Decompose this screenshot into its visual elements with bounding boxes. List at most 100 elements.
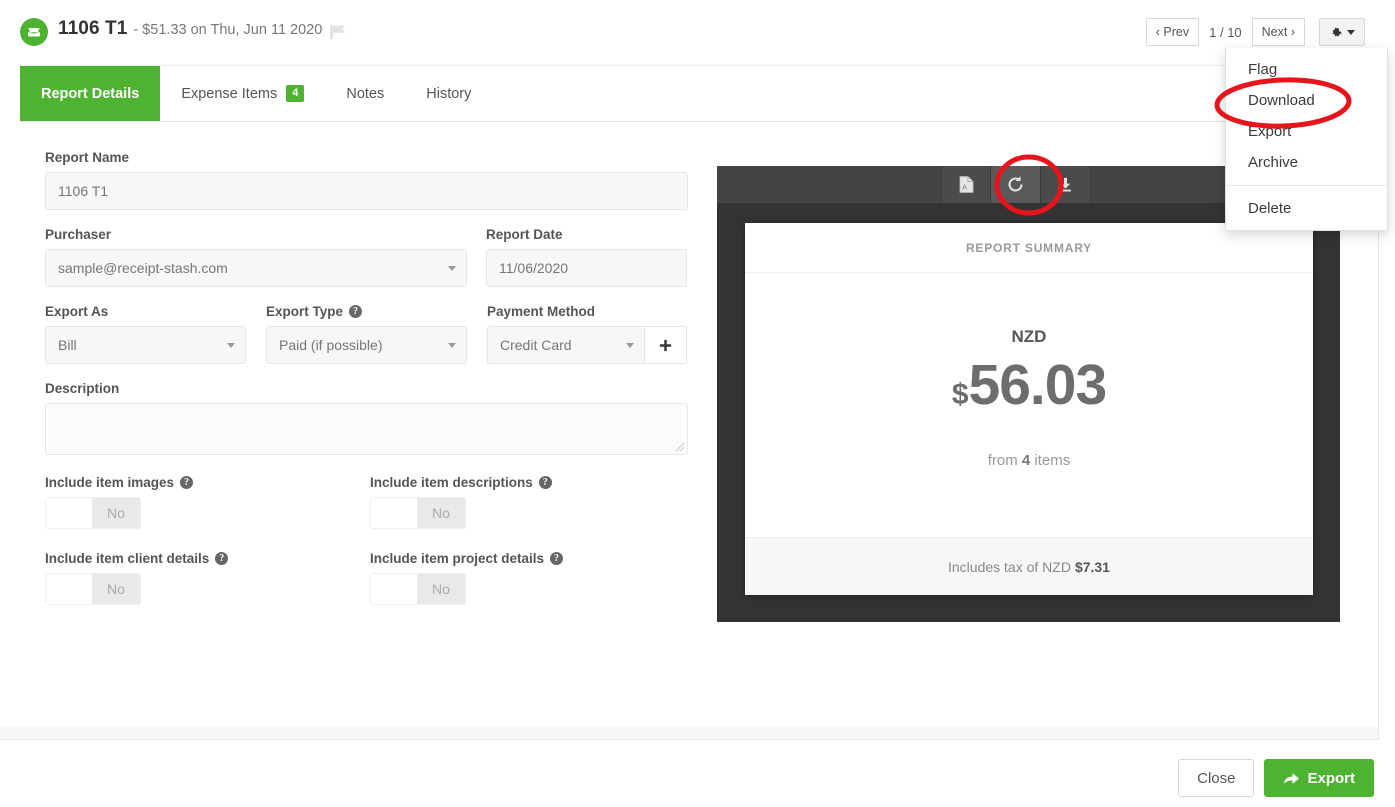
summary-items-prefix: from [987, 452, 1018, 469]
tab-bar: Report Details Expense Items 4 Notes His… [20, 66, 1379, 122]
tab-label: Report Details [41, 85, 140, 102]
tab-expense-items[interactable]: Expense Items 4 [160, 66, 325, 121]
export-button[interactable]: Export [1264, 759, 1374, 797]
tab-label: Expense Items [181, 85, 278, 102]
tab-badge-count: 4 [286, 85, 305, 102]
purchaser-select[interactable]: sample@receipt-stash.com [45, 249, 467, 287]
export-type-label-text: Export Type [266, 304, 344, 319]
help-icon[interactable]: ? [538, 476, 552, 489]
include-item-descriptions-toggle[interactable]: No [370, 497, 466, 529]
tab-history[interactable]: History [405, 66, 492, 121]
export-as-value: Bill [58, 337, 77, 353]
toggle-state: No [92, 574, 140, 604]
report-name-value: 1106 T1 [58, 183, 109, 199]
menu-item-archive[interactable]: Archive [1226, 147, 1387, 178]
field-export-type: Export Type ? Paid (if possible) [266, 304, 467, 364]
footer-buttons: Close Export [1178, 759, 1374, 797]
toggle-state: No [417, 498, 465, 528]
summary-amount-value: 56.03 [968, 353, 1108, 417]
field-payment-method: Payment Method Credit Card [487, 304, 688, 364]
summary-currency: NZD [1011, 327, 1047, 346]
help-icon[interactable]: ? [349, 305, 363, 318]
purchaser-value: sample@receipt-stash.com [58, 260, 228, 276]
report-summary-body: NZD $ 56.03 from 4 items [745, 273, 1313, 537]
tab-report-details[interactable]: Report Details [20, 66, 161, 121]
summary-tax-prefix: Includes tax of NZD [948, 558, 1071, 575]
export-type-select[interactable]: Paid (if possible) [266, 326, 467, 364]
payment-method-label: Payment Method [487, 304, 596, 319]
chevron-down-icon [448, 342, 456, 348]
description-textarea[interactable] [45, 403, 688, 455]
svg-text:A: A [962, 185, 967, 192]
chevron-down-icon [448, 265, 456, 271]
toggle-knob [46, 498, 92, 528]
close-button[interactable]: Close [1178, 759, 1255, 797]
toggle-state: No [417, 574, 465, 604]
report-number: 1106 T1 [58, 18, 128, 39]
gear-menu-button[interactable] [1319, 18, 1365, 46]
include-item-project-details-label: Include item project details ? [370, 551, 695, 566]
page-header: 1106 T1 - $51.33 on Thu, Jun 11 2020 ‹ P… [0, 0, 1379, 66]
include-item-client-details-toggle[interactable]: No [45, 573, 141, 605]
chevron-down-icon [626, 342, 634, 348]
flag-icon[interactable] [330, 24, 348, 40]
toggle-knob [371, 498, 417, 528]
summary-amount: $ 56.03 [952, 353, 1108, 417]
plus-icon [659, 339, 672, 351]
field-report-name: Report Name 1106 T1 [45, 150, 695, 210]
preview-pdf-button[interactable]: A [941, 166, 991, 203]
report-preview-panel: A REPORT SUMMARY NZD $ 56.03 from 4 item… [717, 166, 1340, 622]
include-item-project-details-toggle[interactable]: No [370, 573, 466, 605]
report-date-value: 11/06/2020 [499, 260, 569, 276]
page-indicator: 1 / 10 [1199, 18, 1252, 46]
toggle-knob [371, 574, 417, 604]
row-export-options: Export As Bill Export Type ? Paid (if po… [45, 304, 695, 364]
tab-label: Notes [346, 85, 385, 102]
export-type-label: Export Type ? [266, 304, 467, 319]
next-button[interactable]: Next › [1251, 18, 1305, 46]
include-item-images-toggle[interactable]: No [45, 497, 141, 529]
row-purchaser-date: Purchaser sample@receipt-stash.com Repor… [45, 227, 695, 287]
include-item-descriptions-label: Include item descriptions ? [370, 475, 695, 490]
payment-method-select[interactable]: Credit Card [487, 326, 645, 364]
menu-divider [1226, 185, 1387, 186]
tab-notes[interactable]: Notes [325, 66, 405, 121]
row-toggles-2: Include item client details ? No Include… [45, 551, 695, 605]
report-date-input[interactable]: 11/06/2020 [486, 249, 687, 287]
preview-refresh-button[interactable] [991, 166, 1041, 203]
summary-items-count: 4 [1021, 452, 1031, 469]
menu-item-export[interactable]: Export [1226, 116, 1387, 147]
row-toggles-1: Include item images ? No Include item de… [45, 475, 695, 529]
gear-dropdown-menu: Flag Download Export Archive Delete [1225, 48, 1388, 231]
menu-item-flag[interactable]: Flag [1226, 54, 1387, 85]
field-include-item-images: Include item images ? No [45, 475, 370, 529]
toggle-label-text: Include item client details [45, 551, 210, 566]
preview-download-button[interactable] [1041, 166, 1091, 203]
resize-handle-icon[interactable] [675, 442, 685, 452]
refresh-icon [1008, 176, 1023, 192]
download-icon [1060, 177, 1071, 192]
export-as-select[interactable]: Bill [45, 326, 246, 364]
report-form: Report Name 1106 T1 Purchaser sample@rec… [45, 150, 695, 605]
help-icon[interactable]: ? [180, 476, 194, 489]
export-type-value: Paid (if possible) [279, 337, 383, 353]
field-purchaser: Purchaser sample@receipt-stash.com [45, 227, 467, 287]
field-description: Description [45, 381, 695, 455]
prev-button[interactable]: ‹ Prev [1145, 18, 1200, 46]
report-date-label: Report Date [486, 227, 563, 242]
include-item-client-details-label: Include item client details ? [45, 551, 370, 566]
add-payment-method-button[interactable] [645, 326, 687, 364]
purchaser-label: Purchaser [45, 227, 112, 242]
help-icon[interactable]: ? [550, 552, 564, 565]
toggle-label-text: Include item images [45, 475, 175, 490]
export-label: Export [1307, 769, 1355, 787]
toggle-label-text: Include item descriptions [370, 475, 533, 490]
summary-tax-amount: $7.31 [1074, 558, 1110, 575]
help-icon[interactable]: ? [215, 552, 229, 565]
menu-item-delete[interactable]: Delete [1226, 193, 1387, 224]
page-title: 1106 T1 - $51.33 on Thu, Jun 11 2020 [58, 18, 322, 40]
toggle-state: No [92, 498, 140, 528]
report-name-label: Report Name [45, 150, 130, 165]
report-name-input[interactable]: 1106 T1 [45, 172, 688, 210]
menu-item-download[interactable]: Download [1226, 85, 1387, 116]
